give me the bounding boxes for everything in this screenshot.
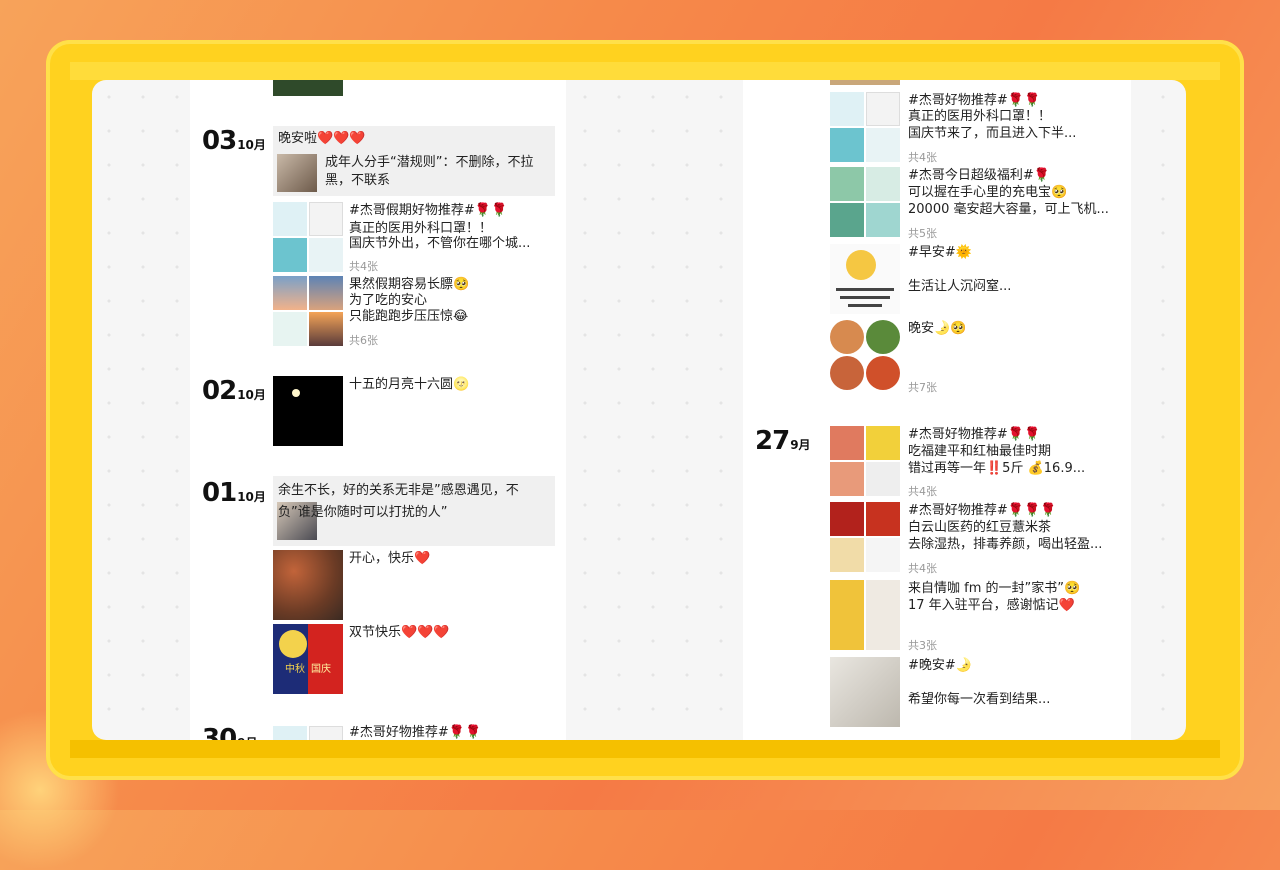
post-text: 开心，快乐❤️	[349, 551, 431, 566]
moments-column-right: #杰哥好物推荐#🌹🌹 真正的医用外科口罩！！ 国庆节来了，而且进入下半... 共…	[743, 80, 1131, 740]
article-thumbnail	[277, 154, 317, 192]
post-text: 生活让人沉闷窒...	[908, 279, 1012, 294]
post-image-grid[interactable]	[830, 426, 900, 496]
date-month: 10月	[237, 490, 266, 504]
date-label: 0210月	[202, 376, 266, 406]
post-text: 吃福建平和红柚最佳时期	[908, 444, 1052, 459]
moon-icon	[292, 389, 300, 397]
post-text: 错过再等一年‼️5斤 💰16.9...	[908, 461, 1086, 476]
article-title: 成年人分手“潜规则”：不删除，不拉黑，不联系	[325, 155, 534, 188]
post-text: #杰哥好物推荐#🌹🌹	[908, 427, 1041, 442]
post-image-grid[interactable]	[830, 92, 900, 162]
post-image-grid[interactable]	[830, 320, 900, 390]
image-count: 共4张	[908, 485, 937, 498]
poster-text-midautumn: 中秋	[285, 664, 305, 675]
date-day: 30	[202, 724, 237, 740]
date-day: 02	[202, 376, 237, 406]
date-month: 10月	[237, 138, 266, 152]
post-text: #杰哥好物推荐#🌹🌹	[349, 725, 482, 740]
post-text: 真正的医用外科口罩！！	[908, 109, 1052, 124]
post-image	[273, 80, 343, 96]
post-text: 去除湿热，排毒养颜，喝出轻盈...	[908, 537, 1103, 552]
moon-photo[interactable]	[273, 376, 343, 446]
frame-bevel-bottom	[70, 740, 1220, 758]
post-text: #杰哥好物推荐#🌹🌹🌹	[908, 503, 1057, 518]
post-image[interactable]	[830, 657, 900, 727]
image-count: 共4张	[908, 562, 937, 575]
post-image-grid[interactable]	[273, 726, 343, 740]
post-image-grid[interactable]	[273, 202, 343, 272]
post-text: #杰哥假期好物推荐#🌹🌹	[349, 203, 508, 218]
image-count: 共4张	[908, 151, 937, 164]
image-count: 共3张	[908, 639, 937, 652]
post-text: 可以握在手心里的充电宝🥺	[908, 185, 1068, 200]
image-count: 共5张	[908, 227, 937, 240]
post-text: 国庆节来了，而且进入下半...	[908, 126, 1077, 141]
date-day: 27	[755, 426, 790, 456]
frame-bevel-top	[70, 62, 1220, 80]
shared-article-card[interactable]: 晚安啦❤️❤️❤️ 成年人分手“潜规则”：不删除，不拉黑，不联系	[273, 126, 555, 196]
moments-screen: 0310月 晚安啦❤️❤️❤️ 成年人分手“潜规则”：不删除，不拉黑，不联系 #…	[92, 80, 1186, 740]
moments-column-left: 0310月 晚安啦❤️❤️❤️ 成年人分手“潜规则”：不删除，不拉黑，不联系 #…	[190, 80, 566, 740]
post-text: 国庆节外出，不管你在哪个城...	[349, 236, 531, 251]
date-label: 0110月	[202, 478, 266, 508]
post-text: 十五的月亮十六圆🌝	[349, 377, 470, 392]
post-image-grid[interactable]	[273, 276, 343, 346]
post-text: 17 年入驻平台，感谢惦记❤️	[908, 598, 1075, 613]
date-day: 01	[202, 478, 237, 508]
post-image	[830, 80, 900, 85]
image-count: 共4张	[349, 260, 378, 273]
post-image-pair[interactable]	[830, 580, 900, 650]
shared-text-card[interactable]: 余生不长，好的关系无非是”感恩遇见，不负”谁是你随时可以打扰的人”	[273, 476, 555, 546]
post-text: 白云山医药的红豆薏米茶	[908, 520, 1052, 535]
date-month: 9月	[237, 736, 257, 740]
post-image[interactable]	[830, 244, 900, 314]
post-text: #晚安#🌛	[908, 658, 972, 673]
moon-icon	[279, 630, 307, 658]
post-text: 只能跑跑步压压惊😂	[349, 309, 469, 324]
post-text: 希望你每一次看到结果...	[908, 692, 1051, 707]
poster-text-nationalday: 国庆	[311, 664, 331, 675]
post-text: 晚安啦❤️❤️❤️	[278, 131, 366, 146]
post-text: 晚安🌛🥺	[908, 321, 967, 336]
date-day: 03	[202, 126, 237, 156]
date-label: 0310月	[202, 126, 266, 156]
date-month: 10月	[237, 388, 266, 402]
post-text: 双节快乐❤️❤️❤️	[349, 625, 450, 640]
cartoon-figure	[846, 250, 876, 280]
festival-poster[interactable]: 中秋 国庆	[273, 624, 343, 694]
post-text: #早安#🌞	[908, 245, 972, 260]
post-image-grid[interactable]	[830, 502, 900, 572]
post-text: 来自情咖 fm 的一封”家书”🥺	[908, 581, 1081, 596]
post-image[interactable]	[273, 550, 343, 620]
post-text: #杰哥今日超级福利#🌹	[908, 168, 1050, 183]
post-image-grid[interactable]	[830, 167, 900, 237]
image-count: 共7张	[908, 381, 937, 394]
date-month: 9月	[790, 438, 811, 452]
post-text: 20000 毫安超大容量，可上飞机...	[908, 202, 1109, 217]
post-text: 余生不长，好的关系无非是”感恩遇见，不负”谁是你随时可以打扰的人”	[278, 483, 519, 520]
image-count: 共6张	[349, 334, 378, 347]
date-label: 279月	[755, 426, 811, 456]
date-label: 309月	[202, 724, 258, 740]
